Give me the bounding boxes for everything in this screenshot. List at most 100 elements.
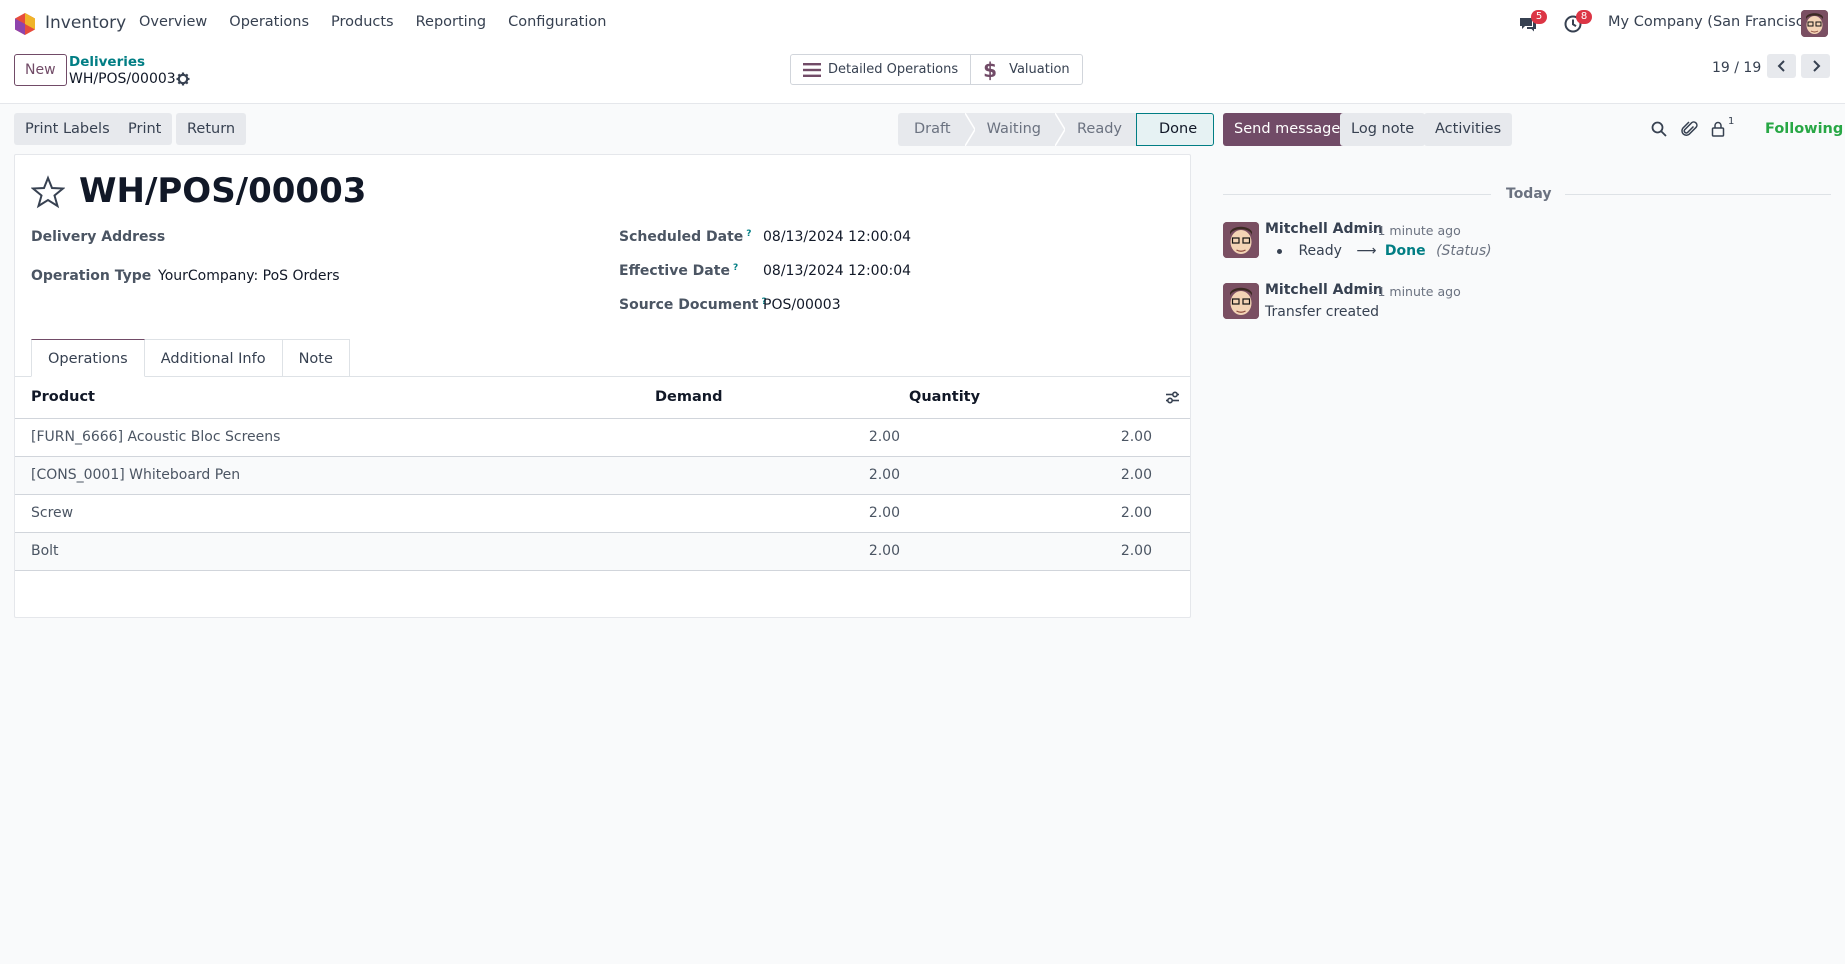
detailed-operations-button[interactable]: Detailed Operations	[791, 55, 970, 84]
pager-next-button[interactable]	[1801, 54, 1830, 78]
menu-configuration[interactable]: Configuration	[497, 14, 617, 30]
valuation-label: Valuation	[1009, 62, 1070, 77]
delivery-address-label: Delivery Address	[31, 229, 166, 245]
tracking-value: Ready ⟶ Done (Status)	[1277, 243, 1492, 259]
row-product[interactable]: Bolt	[15, 532, 655, 571]
status-draft[interactable]: Draft	[898, 113, 965, 146]
arrow-right-icon: ⟶	[1356, 243, 1377, 259]
status-separator	[964, 113, 975, 146]
menu-operations[interactable]: Operations	[218, 14, 320, 30]
dollar-icon: $	[983, 57, 998, 82]
message-author[interactable]: Mitchell Admin	[1265, 221, 1383, 237]
tracking-new-value: Done	[1384, 243, 1426, 259]
message-time: - 1 minute ago	[1369, 223, 1461, 238]
row-quantity[interactable]: 2.00	[909, 418, 1190, 457]
row-product[interactable]: [CONS_0001] Whiteboard Pen	[15, 456, 655, 495]
tab-operations[interactable]: Operations	[31, 339, 145, 377]
send-message-button[interactable]: Send message	[1223, 113, 1352, 146]
notebook-tabs: Operations Additional Info Note	[31, 339, 350, 377]
company-switcher[interactable]: My Company (San Francisco)	[1608, 14, 1818, 30]
operations-table: Product Demand Quantity [FURN_6666] Acou…	[15, 377, 1190, 571]
help-tooltip-icon[interactable]: ?	[733, 263, 738, 273]
source-document-value[interactable]: POS/00003	[763, 297, 841, 313]
message-time: - 1 minute ago	[1369, 284, 1461, 299]
column-product[interactable]: Product	[15, 377, 655, 419]
odoo-inventory-logo-icon[interactable]	[15, 13, 35, 35]
log-note-button[interactable]: Log note	[1340, 113, 1426, 146]
scheduled-date-value[interactable]: 08/13/2024 12:00:04	[763, 229, 911, 245]
row-demand: 2.00	[655, 456, 909, 495]
date-divider-line	[1565, 194, 1831, 195]
row-quantity[interactable]: 2.00	[909, 494, 1190, 533]
table-row[interactable]: [CONS_0001] Whiteboard Pen 2.00 2.00	[15, 456, 1190, 495]
status-done[interactable]: Done	[1136, 113, 1215, 146]
optional-columns-toggle-icon[interactable]	[1165, 391, 1180, 404]
row-demand: 2.00	[655, 494, 909, 533]
menu-overview[interactable]: Overview	[128, 14, 218, 30]
table-row[interactable]: Bolt 2.00 2.00	[15, 532, 1190, 571]
pager-value[interactable]: 19 / 19	[1712, 60, 1761, 76]
avatar[interactable]	[1223, 222, 1259, 258]
column-quantity-label: Quantity	[909, 389, 981, 406]
row-product[interactable]: [FURN_6666] Acoustic Bloc Screens	[15, 418, 655, 457]
row-demand: 2.00	[655, 532, 909, 571]
statusbar: Draft Waiting Ready Done	[898, 113, 1215, 146]
paperclip-icon[interactable]	[1681, 120, 1699, 138]
table-row[interactable]: [FURN_6666] Acoustic Bloc Screens 2.00 2…	[15, 418, 1190, 457]
column-quantity[interactable]: Quantity	[909, 377, 1190, 419]
help-tooltip-icon[interactable]: ?	[746, 229, 751, 239]
message-author[interactable]: Mitchell Admin	[1265, 282, 1383, 298]
operation-type-value[interactable]: YourCompany: PoS Orders	[158, 268, 340, 284]
pager-previous-button[interactable]	[1767, 54, 1796, 78]
lock-follower-icon[interactable]	[1709, 120, 1727, 138]
row-product[interactable]: Screw	[15, 494, 655, 533]
print-button[interactable]: Print	[117, 113, 173, 145]
row-quantity[interactable]: 2.00	[909, 456, 1190, 495]
new-button[interactable]: New	[14, 54, 67, 86]
message-body: Transfer created	[1265, 304, 1380, 320]
column-demand[interactable]: Demand	[655, 377, 909, 419]
control-panel: New Deliveries WH/POS/00003 Detailed Ope…	[0, 48, 1845, 104]
scheduled-date-label: Scheduled Date?	[619, 229, 752, 245]
avatar[interactable]	[1223, 283, 1259, 319]
menu-reporting[interactable]: Reporting	[405, 14, 498, 30]
effective-date-label: Effective Date?	[619, 263, 739, 279]
valuation-button[interactable]: $ Valuation	[970, 55, 1082, 84]
main-menu: Overview Operations Products Reporting C…	[128, 14, 617, 30]
activities-badge: 8	[1576, 10, 1592, 24]
source-document-label: Source Document?	[619, 297, 767, 313]
user-avatar[interactable]	[1801, 10, 1828, 37]
row-quantity[interactable]: 2.00	[909, 532, 1190, 571]
tab-additional-info[interactable]: Additional Info	[144, 339, 283, 377]
print-labels-button[interactable]: Print Labels	[14, 113, 121, 145]
date-divider-line	[1223, 194, 1491, 195]
chevron-right-icon	[1812, 60, 1820, 72]
status-ready[interactable]: Ready	[1065, 113, 1137, 146]
app-name[interactable]: Inventory	[45, 13, 126, 33]
form-sheet: WH/POS/00003 Delivery Address Operation …	[14, 154, 1191, 618]
breadcrumb-deliveries[interactable]: Deliveries	[69, 54, 145, 70]
return-button[interactable]: Return	[176, 113, 247, 145]
search-icon[interactable]	[1650, 120, 1668, 138]
menu-products[interactable]: Products	[320, 14, 405, 30]
table-row[interactable]: Screw 2.00 2.00	[15, 494, 1190, 533]
followers-count: 1	[1728, 116, 1735, 127]
following-button[interactable]: Following	[1765, 121, 1843, 137]
smart-buttons: Detailed Operations $ Valuation	[790, 54, 1083, 85]
status-separator	[1055, 113, 1065, 146]
tab-note[interactable]: Note	[282, 339, 350, 377]
breadcrumb-current: WH/POS/00003	[69, 71, 176, 87]
tracking-old-value: Ready	[1298, 243, 1342, 259]
tracking-field-name: (Status)	[1436, 243, 1492, 259]
detailed-operations-label: Detailed Operations	[828, 62, 959, 77]
row-demand: 2.00	[655, 418, 909, 457]
operation-type-label: Operation Type	[31, 268, 152, 284]
gear-icon[interactable]	[176, 72, 190, 86]
status-waiting[interactable]: Waiting	[974, 113, 1055, 146]
activities-button[interactable]: Activities	[1424, 113, 1513, 146]
table-header-row: Product Demand Quantity	[15, 377, 1190, 419]
effective-date-value: 08/13/2024 12:00:04	[763, 263, 912, 279]
date-separator: Today	[1506, 186, 1552, 202]
chevron-left-icon	[1777, 60, 1785, 72]
star-favorite-icon[interactable]	[31, 175, 65, 209]
